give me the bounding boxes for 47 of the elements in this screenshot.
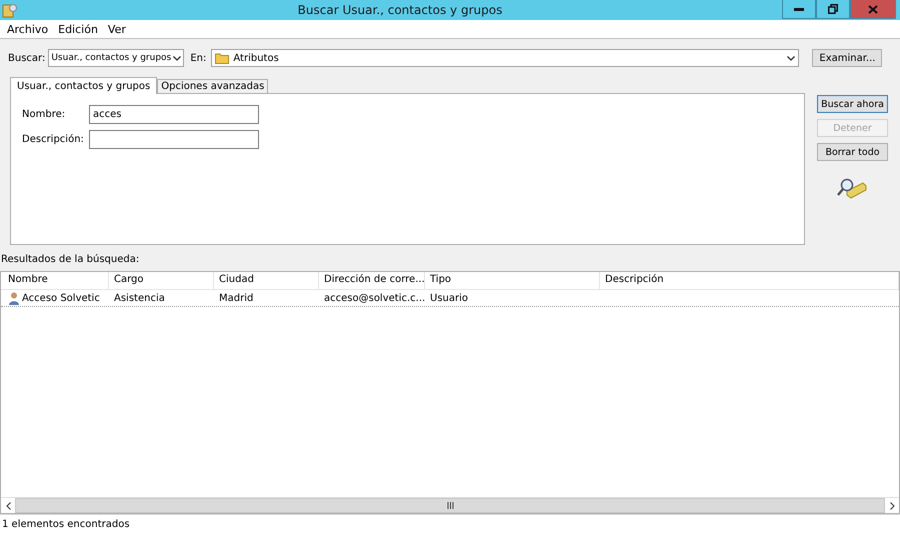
caret-icon	[173, 56, 182, 60]
table-cell: Asistencia	[114, 292, 165, 304]
folder-icon	[215, 52, 230, 64]
field-label: Descripción:	[22, 134, 85, 145]
find-label: Buscar:	[8, 52, 46, 64]
column-header[interactable]: Cargo	[109, 272, 214, 289]
field-label: Nombre:	[22, 109, 66, 120]
location-dropdown[interactable]: Atributos	[211, 49, 800, 67]
tab[interactable]: Usuar., contactos y grupos	[10, 77, 158, 94]
grip-icon	[446, 502, 454, 509]
restore-icon	[828, 4, 838, 14]
column-header[interactable]: Descripción	[600, 272, 899, 289]
type-dropdown[interactable]: Usuar., contactos y grupos	[48, 49, 184, 67]
address-book-icon	[2, 2, 18, 18]
input-field[interactable]: acces	[89, 105, 259, 124]
column-header[interactable]: Tipo	[425, 272, 600, 289]
in-label: En:	[190, 52, 206, 64]
caret-icon	[787, 56, 796, 60]
browse-button[interactable]: Examinar...	[812, 49, 882, 67]
close-icon	[868, 4, 878, 14]
column-header[interactable]: Dirección de corre...	[319, 272, 425, 289]
table-cell: acceso@solvetic.c...	[324, 292, 426, 304]
table-cell: Usuario	[430, 292, 468, 304]
close-button[interactable]	[850, 0, 896, 19]
minimize-button[interactable]	[782, 0, 816, 19]
input-field[interactable]	[89, 130, 259, 149]
window-title: Buscar Usuar., contactos y grupos	[296, 3, 504, 17]
results-label: Resultados de la búsqueda:	[0, 254, 140, 266]
minimize-icon	[794, 8, 804, 10]
restore-button[interactable]	[816, 0, 850, 19]
action-button[interactable]: Buscar ahora	[817, 95, 888, 113]
table-row[interactable]: Acceso Solvetic Asistencia Madrid acceso@solvetic.c... Usuario	[1, 290, 899, 307]
scroll-right-icon[interactable]	[890, 502, 894, 510]
column-header[interactable]: Nombre	[3, 272, 109, 289]
table-cell: Madrid	[219, 292, 254, 304]
column-header[interactable]: Ciudad	[214, 272, 319, 289]
menu-item[interactable]: Edición	[53, 22, 103, 36]
magnifier-icon	[837, 177, 867, 199]
status-bar: 1 elementos encontrados	[0, 514, 900, 534]
table-cell: Acceso Solvetic	[22, 292, 100, 304]
user-icon	[8, 292, 20, 304]
horizontal-scrollbar[interactable]	[1, 497, 899, 513]
scroll-left-icon[interactable]	[6, 502, 10, 510]
tab[interactable]: Opciones avanzadas	[157, 79, 268, 93]
action-button[interactable]: Borrar todo	[817, 143, 888, 161]
menu-item[interactable]: Ver	[102, 22, 131, 36]
menu-item[interactable]: Archivo	[2, 22, 54, 36]
